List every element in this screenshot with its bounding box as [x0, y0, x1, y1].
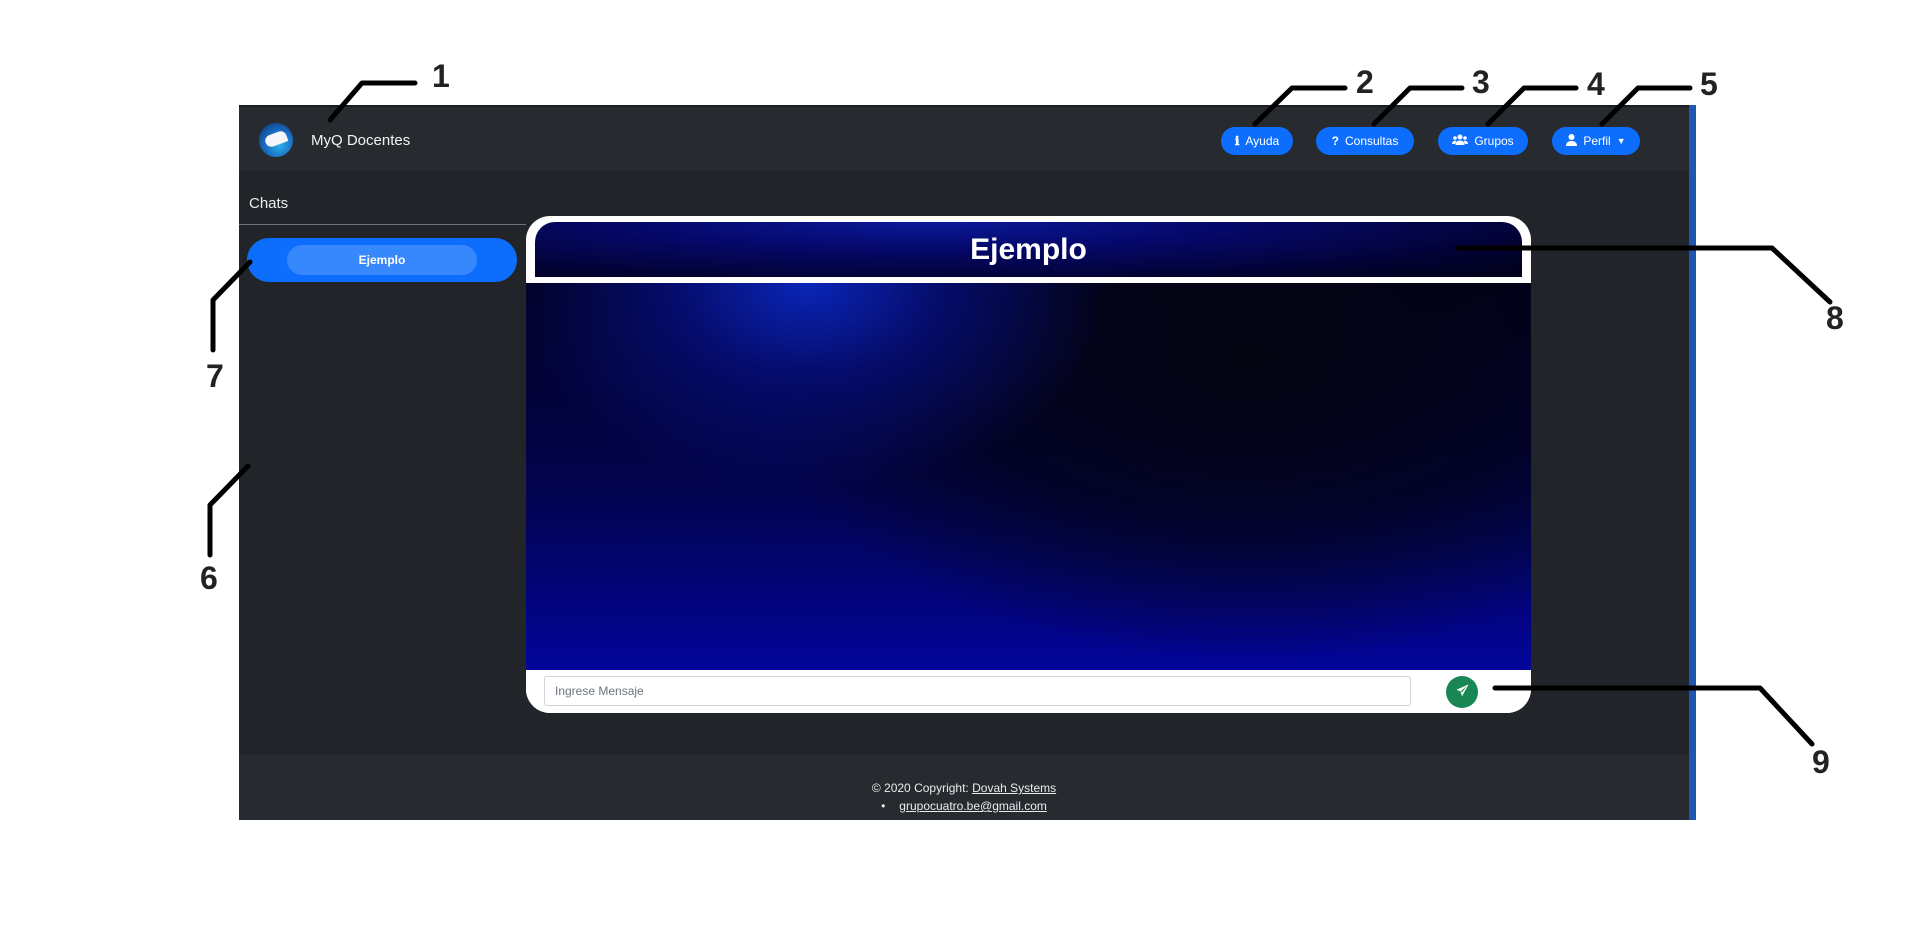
callout-number-6: 6 [200, 560, 218, 596]
paper-plane-icon [1455, 684, 1469, 700]
chat-panel: Ejemplo [526, 216, 1531, 713]
callout-number-7: 7 [206, 358, 224, 394]
chat-list-item-label: Ejemplo [287, 245, 477, 275]
chat-header: Ejemplo [535, 222, 1522, 277]
brand-name: MyQ Docentes [311, 131, 411, 149]
scrollbar[interactable] [1689, 105, 1696, 820]
chat-composer [526, 670, 1531, 713]
callout-number-9: 9 [1812, 744, 1830, 780]
profile-dropdown-button[interactable]: Perfil ▼ [1552, 127, 1640, 155]
users-icon [1452, 134, 1469, 149]
consult-label: Consultas [1344, 134, 1399, 148]
chat-title: Ejemplo [970, 232, 1087, 266]
consult-button[interactable]: ? Consultas [1316, 127, 1414, 155]
company-link[interactable]: Dovah Systems [972, 781, 1056, 795]
email-link[interactable]: grupocuatro.be@gmail.com [899, 799, 1047, 813]
brand[interactable]: MyQ Docentes [259, 123, 410, 157]
email-line: • grupocuatro.be@gmail.com [239, 799, 1689, 813]
chat-list-item[interactable]: Ejemplo [247, 238, 517, 282]
profile-label: Perfil [1583, 134, 1611, 148]
callout-number-3: 3 [1472, 64, 1490, 100]
bullet-icon: • [881, 799, 886, 813]
chevron-down-icon: ▼ [1616, 136, 1626, 146]
callout-number-2: 2 [1356, 64, 1374, 100]
chat-messages-area[interactable] [526, 283, 1531, 670]
callout-number-4: 4 [1587, 66, 1605, 102]
copyright-text: © 2020 Copyright: [871, 781, 969, 795]
message-input[interactable] [544, 676, 1411, 706]
callout-number-5: 5 [1700, 66, 1718, 102]
sidebar-title: Chats [249, 195, 289, 212]
groups-label: Grupos [1474, 134, 1514, 148]
navbar: MyQ Docentes ℹ Ayuda ? Consultas Grupos [239, 105, 1689, 171]
screenshot-stage: MyQ Docentes ℹ Ayuda ? Consultas Grupos [0, 0, 1917, 942]
user-icon [1566, 133, 1578, 149]
sidebar-divider [239, 224, 526, 225]
callout-number-1: 1 [432, 58, 450, 94]
question-icon: ? [1331, 134, 1339, 148]
logo-icon [259, 123, 293, 157]
info-icon: ℹ [1234, 134, 1240, 148]
help-button[interactable]: ℹ Ayuda [1221, 127, 1293, 155]
send-button[interactable] [1446, 676, 1478, 708]
groups-button[interactable]: Grupos [1438, 127, 1528, 155]
copyright-line: © 2020 Copyright: Dovah Systems [239, 781, 1689, 795]
app-window: MyQ Docentes ℹ Ayuda ? Consultas Grupos [239, 105, 1696, 820]
callout-number-8: 8 [1826, 300, 1844, 336]
page-footer: © 2020 Copyright: Dovah Systems • grupocu… [239, 755, 1689, 820]
help-label: Ayuda [1245, 134, 1280, 148]
